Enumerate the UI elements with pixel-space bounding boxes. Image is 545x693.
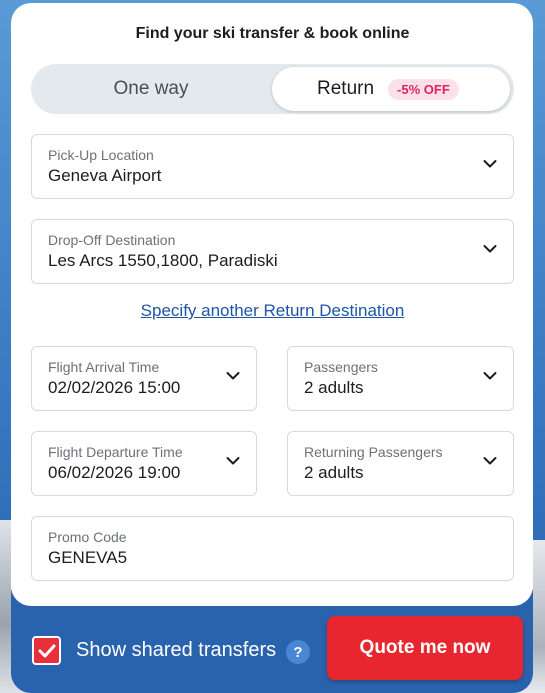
specify-return-destination-link[interactable]: Specify another Return Destination <box>0 301 545 321</box>
discount-badge: -5% OFF <box>388 78 459 100</box>
chevron-down-icon <box>483 456 497 466</box>
dropoff-destination-label: Drop-Off Destination <box>48 232 176 248</box>
returning-passengers-value: 2 adults <box>304 463 364 482</box>
quote-me-now-button[interactable]: Quote me now <box>327 616 523 680</box>
returning-passengers-select[interactable]: Returning Passengers 2 adults <box>287 431 514 496</box>
pickup-location-value: Geneva Airport <box>48 166 162 185</box>
promo-code-input[interactable]: Promo Code GENEVA5 <box>31 516 514 581</box>
flight-arrival-value: 02/02/2026 15:00 <box>48 378 181 397</box>
chevron-down-icon <box>226 456 240 466</box>
one-way-label: One way <box>113 78 189 99</box>
one-way-option[interactable]: One way <box>31 64 271 114</box>
shared-transfers-checkbox[interactable] <box>32 636 61 665</box>
flight-arrival-label: Flight Arrival Time <box>48 359 160 375</box>
chevron-down-icon <box>226 371 240 381</box>
chevron-down-icon <box>483 159 497 169</box>
dropoff-destination-value: Les Arcs 1550,1800, Paradiski <box>48 251 278 270</box>
chevron-down-icon <box>483 371 497 381</box>
returning-passengers-label: Returning Passengers <box>304 444 443 460</box>
pickup-location-label: Pick-Up Location <box>48 147 154 163</box>
passengers-label: Passengers <box>304 359 378 375</box>
promo-code-value: GENEVA5 <box>48 548 128 567</box>
flight-arrival-time-select[interactable]: Flight Arrival Time 02/02/2026 15:00 <box>31 346 257 411</box>
passengers-select[interactable]: Passengers 2 adults <box>287 346 514 411</box>
flight-departure-value: 06/02/2026 19:00 <box>48 463 181 482</box>
return-label: Return <box>317 78 375 99</box>
form-title: Find your ski transfer & book online <box>135 25 410 42</box>
passengers-value: 2 adults <box>304 378 364 397</box>
flight-departure-label: Flight Departure Time <box>48 444 183 460</box>
dropoff-destination-select[interactable]: Drop-Off Destination Les Arcs 1550,1800,… <box>31 219 514 284</box>
check-icon <box>38 644 55 657</box>
trip-type-toggle: One way Return -5% OFF <box>31 64 514 114</box>
return-option[interactable]: Return -5% OFF <box>272 67 510 111</box>
promo-code-label: Promo Code <box>48 529 127 545</box>
pickup-location-select[interactable]: Pick-Up Location Geneva Airport <box>31 134 514 199</box>
help-icon[interactable]: ? <box>286 640 310 664</box>
chevron-down-icon <box>483 244 497 254</box>
flight-departure-time-select[interactable]: Flight Departure Time 06/02/2026 19:00 <box>31 431 257 496</box>
shared-transfers-label[interactable]: Show shared transfers <box>76 639 276 662</box>
